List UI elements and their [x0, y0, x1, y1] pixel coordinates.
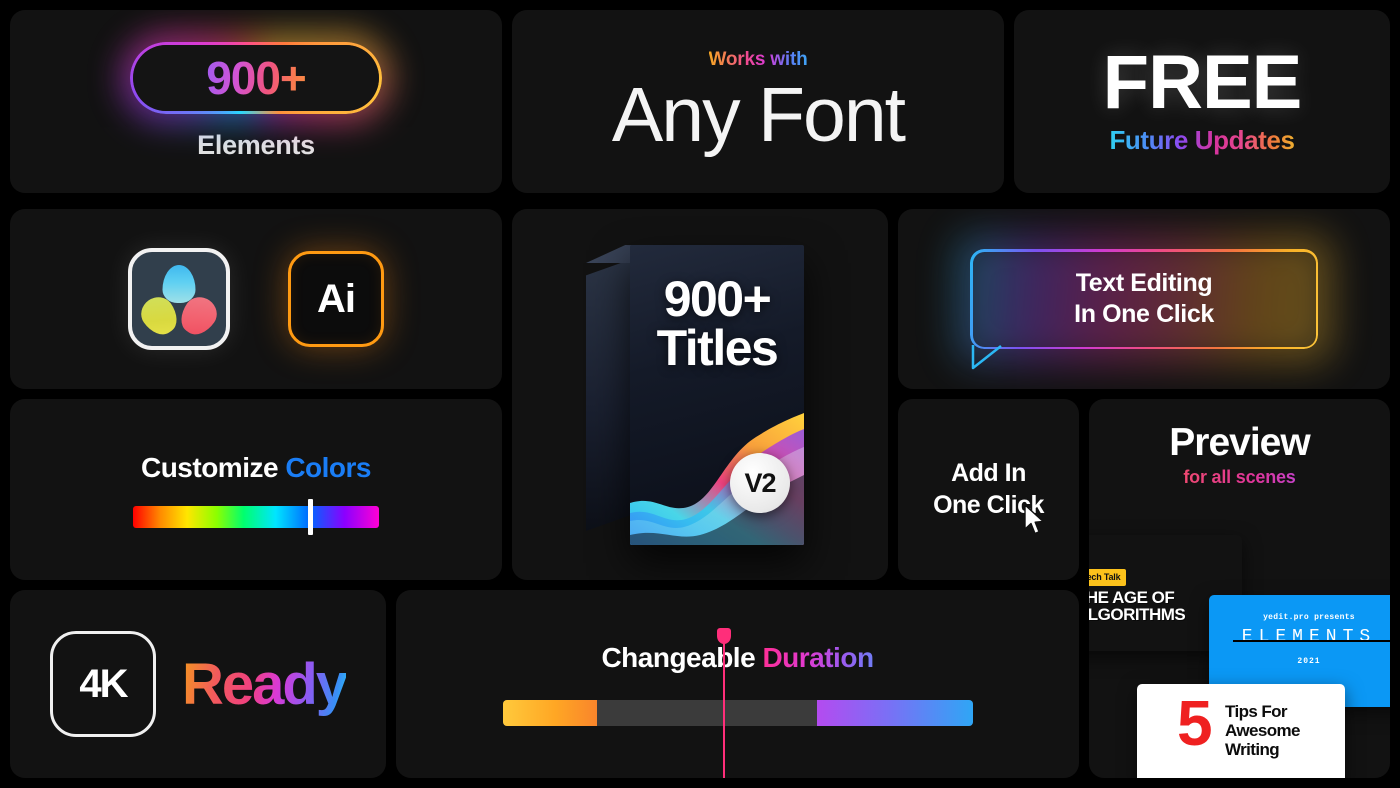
illustrator-ai-icon: Ai: [288, 251, 384, 347]
tips-line3: Writing: [1225, 740, 1280, 760]
ai-icon-label: Ai: [317, 276, 356, 321]
duration-word: Duration: [762, 642, 874, 673]
elements-strike-line: [1233, 640, 1390, 642]
customize-word: Customize: [140, 451, 279, 483]
tips-number: 5: [1177, 687, 1213, 759]
card-elements: 900+ Elements: [10, 10, 502, 193]
pill-inner: 900+: [133, 45, 379, 111]
ready-label: Ready: [181, 651, 348, 717]
box-title-line1: 900+: [663, 271, 772, 327]
speech-bubble: Text Editing In One Click: [956, 235, 1332, 370]
4k-badge-label: 4K: [79, 661, 128, 706]
elements-title: ELEMENTS: [1241, 627, 1377, 647]
davinci-resolve-icon: [128, 248, 230, 350]
text-editing-line2: In One Click: [1074, 300, 1214, 328]
customize-colors-title: Customize Colors: [140, 451, 372, 484]
elements-pill: 900+: [120, 32, 392, 124]
card-any-font: Works with Any Font: [512, 10, 1004, 193]
elements-count: 900+: [206, 52, 307, 104]
box-spine: [586, 259, 632, 531]
card-customize-colors: Customize Colors: [10, 399, 502, 580]
colors-word: Colors: [285, 451, 372, 483]
card-app-compatibility: Ai: [10, 209, 502, 389]
feature-grid: 900+ Elements Works with Any Font FREE F…: [0, 0, 1400, 788]
hue-slider-handle[interactable]: [307, 498, 313, 535]
product-box-3d: 900+ Titles V2: [586, 245, 804, 545]
duration-title: Changeable Duration: [601, 642, 874, 674]
card-free-updates: FREE Future Updates: [1014, 10, 1390, 193]
box-title-line2: Titles: [656, 320, 779, 376]
version-badge: V2: [730, 453, 790, 513]
tips-line2: Awesome: [1225, 721, 1300, 741]
card-text-editing: Text Editing In One Click: [898, 209, 1390, 389]
resolve-petal-top: [162, 265, 196, 303]
changeable-word: Changeable: [601, 642, 756, 673]
elements-year: 2021: [1297, 657, 1321, 666]
tips-headline: Tips For Awesome Writing: [1225, 702, 1300, 759]
tips-line1: Tips For: [1225, 702, 1288, 721]
box-front-face: 900+ Titles V2: [630, 245, 804, 545]
tech-talk-line2: ALGORITHMS: [1089, 605, 1186, 625]
version-badge-label: V2: [744, 467, 776, 498]
free-title: FREE: [1102, 39, 1303, 125]
text-editing-line1: Text Editing: [1075, 269, 1213, 298]
add-click-text: Add In One Click: [933, 458, 1044, 535]
preview-title: Preview: [1169, 421, 1310, 464]
preview-subtitle: for all scenes: [1089, 467, 1390, 488]
timeline[interactable]: [502, 628, 973, 778]
card-product-box: 900+ Titles V2: [512, 209, 888, 580]
4k-badge: 4K: [49, 631, 156, 737]
card-changeable-duration: Changeable Duration: [396, 590, 1079, 778]
box-title: 900+ Titles: [630, 271, 804, 376]
timeline-clip-left[interactable]: [502, 700, 597, 726]
any-font-title: Any Font: [611, 72, 906, 158]
add-click-line1: Add In: [951, 459, 1026, 488]
card-add-one-click: Add In One Click: [898, 399, 1079, 580]
elements-label: Elements: [197, 130, 315, 160]
hue-slider[interactable]: [133, 498, 379, 535]
tech-talk-badge: Tech Talk: [1089, 569, 1127, 586]
preview-thumbnail-tips[interactable]: 5 Tips For Awesome Writing: [1137, 684, 1345, 778]
elements-presents-text: yedit.pro presents: [1263, 613, 1355, 622]
bubble-text: Text Editing In One Click: [970, 249, 1318, 349]
card-4k-ready: 4K Ready: [10, 590, 386, 778]
works-with-kicker: Works with: [708, 49, 808, 70]
future-updates-subtitle: Future Updates: [1109, 125, 1295, 156]
card-preview: Preview for all scenes Tech Talk THE AGE…: [1089, 399, 1390, 778]
mouse-cursor-icon: [1024, 504, 1044, 535]
timeline-playhead[interactable]: [717, 628, 732, 778]
timeline-clip-right[interactable]: [817, 700, 973, 726]
hue-slider-track[interactable]: [133, 505, 379, 528]
tech-talk-headline: THE AGE OF ALGORITHMS: [1089, 588, 1186, 625]
tech-talk-line1: THE AGE OF: [1089, 588, 1175, 607]
